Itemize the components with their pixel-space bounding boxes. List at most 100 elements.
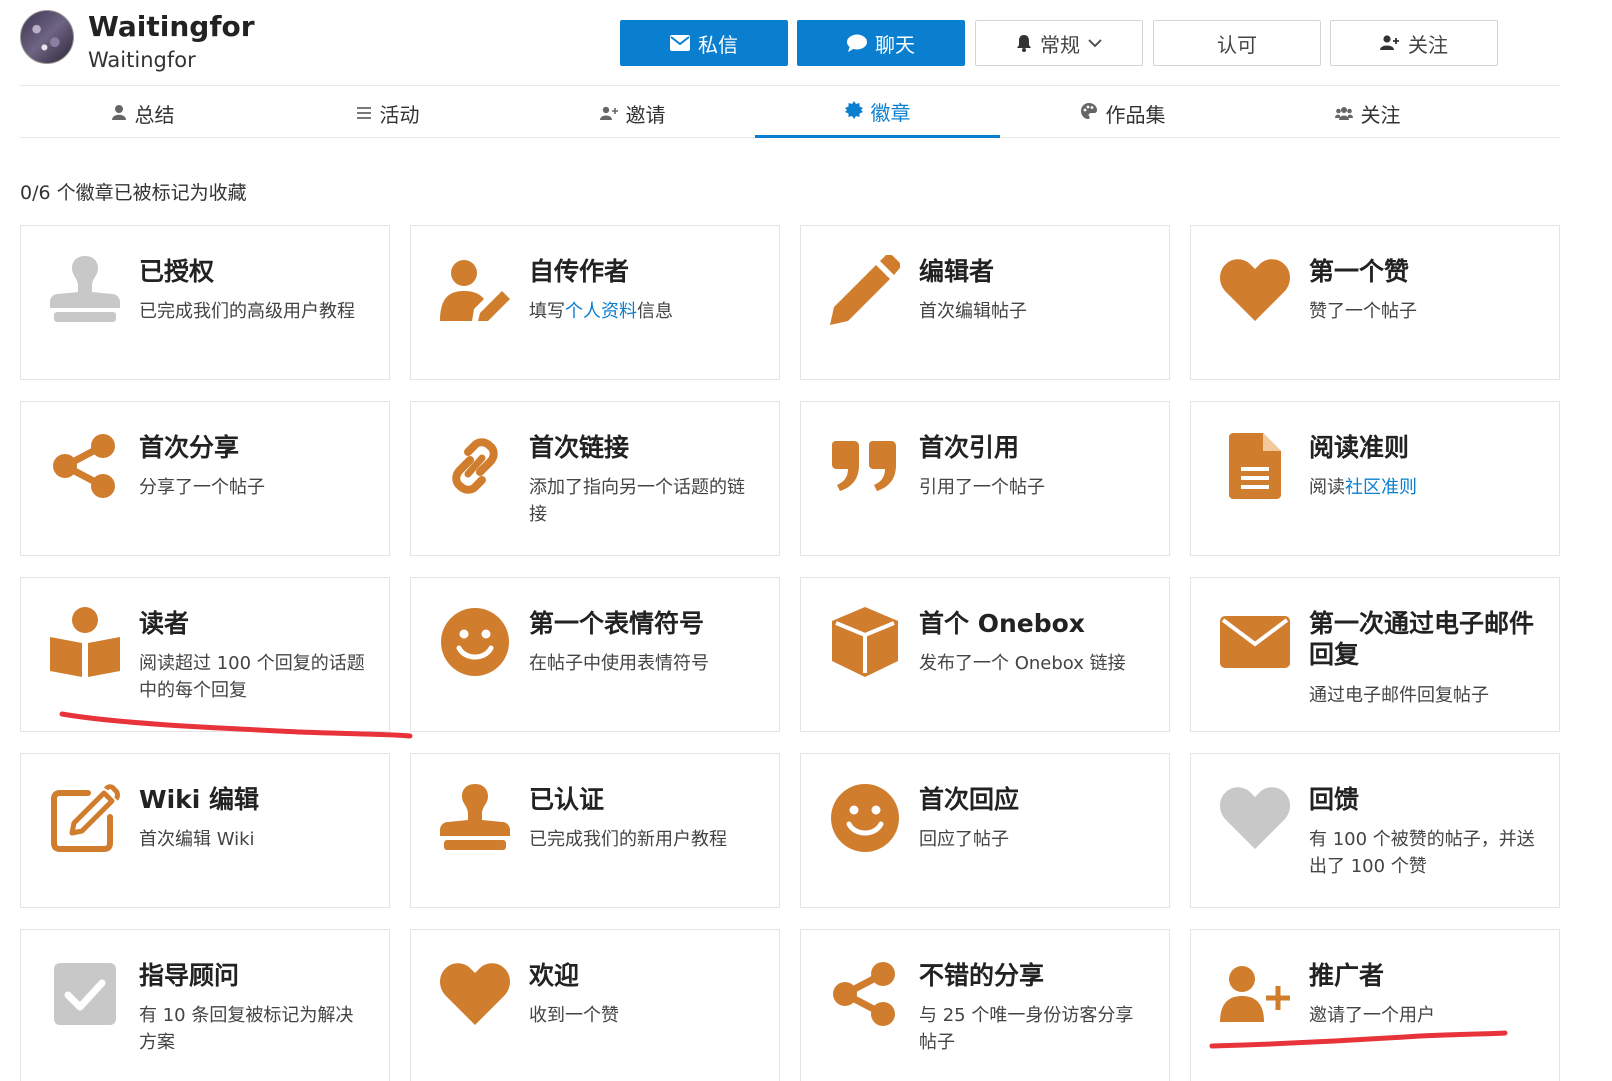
tab-invites[interactable]: 邀请 [510, 88, 755, 138]
user-display-name: Waitingfor [88, 10, 255, 43]
tab-following[interactable]: 关注 [1245, 88, 1490, 138]
badge-description: 阅读超过 100 个回复的话题中的每个回复 [139, 653, 365, 701]
message-button[interactable]: 私信 [620, 20, 788, 66]
book-reader-icon [49, 606, 121, 678]
badge-description: 添加了指向另一个话题的链接 [529, 477, 745, 525]
badge-card[interactable]: 推广者 邀请了一个用户 [1190, 929, 1560, 1081]
stamp-icon [439, 782, 511, 854]
comment-icon [847, 34, 867, 52]
follow-button[interactable]: 关注 [1330, 20, 1498, 66]
users-icon [1334, 101, 1353, 125]
tab-label: 徽章 [870, 101, 911, 125]
cube-icon [829, 606, 901, 678]
notification-level-label: 常规 [1040, 32, 1080, 57]
pencil-icon [829, 254, 901, 326]
tab-summary[interactable]: 总结 [20, 88, 265, 138]
message-label: 私信 [698, 32, 738, 57]
tab-activity[interactable]: 活动 [265, 88, 510, 138]
badge-description: 与 25 个唯一身份访客分享帖子 [919, 1005, 1134, 1053]
stamp-icon [49, 254, 121, 326]
badge-title: 推广者 [1309, 961, 1385, 990]
badge-card[interactable]: 已认证 已完成我们的新用户教程 [410, 753, 780, 908]
badge-title: 首次引用 [919, 433, 1020, 462]
badge-card[interactable]: 首次分享 分享了一个帖子 [20, 401, 390, 556]
badge-description: 引用了一个帖子 [919, 477, 1045, 498]
user-plus-icon [1380, 35, 1400, 51]
follow-label: 关注 [1408, 32, 1448, 57]
avatar[interactable] [20, 10, 74, 64]
badge-description: 已完成我们的高级用户教程 [139, 301, 355, 322]
profile-link[interactable]: 个人资料 [565, 301, 637, 322]
tab-label: 活动 [379, 102, 420, 127]
share-icon [49, 430, 121, 502]
badge-description: 首次编辑 Wiki [139, 829, 255, 850]
user-header: Waitingfor Waitingfor 私信 聊天 常规 认可 关注 [20, 10, 1560, 86]
badge-card[interactable]: 自传作者 填写个人资料信息 [410, 225, 780, 380]
badge-title: Wiki 编辑 [139, 785, 260, 814]
favorite-badges-summary: 0/6 个徽章已被标记为收藏 [20, 182, 247, 204]
badge-card[interactable]: 读者 阅读超过 100 个回复的话题中的每个回复 [20, 577, 390, 732]
chevron-down-icon [1088, 38, 1102, 48]
badge-description: 通过电子邮件回复帖子 [1309, 685, 1489, 706]
link-icon [439, 430, 511, 502]
quote-icon [829, 430, 901, 502]
badge-description: 首次编辑帖子 [919, 301, 1027, 322]
tab-label: 邀请 [625, 102, 666, 127]
heart-icon [1219, 254, 1291, 326]
badge-description: 在帖子中使用表情符号 [529, 653, 709, 674]
notification-level-dropdown[interactable]: 常规 [975, 20, 1143, 66]
user-plus-icon [599, 101, 618, 125]
badge-description: 回应了帖子 [919, 829, 1009, 850]
badge-description: 赞了一个帖子 [1309, 301, 1417, 322]
badge-title: 阅读准则 [1309, 433, 1410, 462]
badge-description: 阅读社区准则 [1309, 477, 1417, 498]
bell-icon [1016, 34, 1032, 52]
badge-description: 邀请了一个用户 [1309, 1005, 1435, 1026]
badge-card[interactable]: Wiki 编辑 首次编辑 Wiki [20, 753, 390, 908]
badge-card[interactable]: 欢迎 收到一个赞 [410, 929, 780, 1081]
badge-card[interactable]: 首次引用 引用了一个帖子 [800, 401, 1170, 556]
badge-card[interactable]: 不错的分享 与 25 个唯一身份访客分享帖子 [800, 929, 1170, 1081]
smile-icon [829, 782, 901, 854]
approve-button[interactable]: 认可 [1153, 20, 1321, 66]
user-plus-icon [1219, 958, 1291, 1030]
badge-title: 第一个赞 [1309, 257, 1410, 286]
badge-title: 已授权 [139, 257, 215, 286]
badge-card[interactable]: 首个 Onebox 发布了一个 Onebox 链接 [800, 577, 1170, 732]
badge-card[interactable]: 第一次通过电子邮件回复 通过电子邮件回复帖子 [1190, 577, 1560, 732]
badge-description: 有 10 条回复被标记为解决方案 [139, 1005, 354, 1053]
profile-nav: 总结 活动 邀请 徽章 作品集 关注 [20, 88, 1560, 138]
badge-description: 分享了一个帖子 [139, 477, 265, 498]
badge-card[interactable]: 首次回应 回应了帖子 [800, 753, 1170, 908]
palette-icon [1080, 101, 1098, 125]
tab-label: 作品集 [1105, 102, 1166, 127]
user-pen-icon [439, 254, 511, 326]
badge-card[interactable]: 第一个赞 赞了一个帖子 [1190, 225, 1560, 380]
user-username: Waitingfor [88, 48, 196, 72]
badge-title: 自传作者 [529, 257, 630, 286]
approve-label: 认可 [1217, 32, 1257, 57]
badge-title: 首次链接 [529, 433, 630, 462]
badge-description: 已完成我们的新用户教程 [529, 829, 727, 850]
badge-card[interactable]: 已授权 已完成我们的高级用户教程 [20, 225, 390, 380]
file-lines-icon [1219, 430, 1291, 502]
tab-label: 关注 [1360, 102, 1401, 127]
badge-title: 指导顾问 [139, 961, 240, 990]
tab-badges[interactable]: 徽章 [755, 88, 1000, 138]
badge-card[interactable]: 首次链接 添加了指向另一个话题的链接 [410, 401, 780, 556]
badge-card[interactable]: 阅读准则 阅读社区准则 [1190, 401, 1560, 556]
badge-description: 有 100 个被赞的帖子，并送出了 100 个赞 [1309, 829, 1535, 877]
badge-description: 收到一个赞 [529, 1005, 619, 1026]
chat-button[interactable]: 聊天 [797, 20, 965, 66]
badge-card[interactable]: 指导顾问 有 10 条回复被标记为解决方案 [20, 929, 390, 1081]
badge-title: 第一个表情符号 [529, 609, 705, 638]
badge-card[interactable]: 回馈 有 100 个被赞的帖子，并送出了 100 个赞 [1190, 753, 1560, 908]
tab-portfolio[interactable]: 作品集 [1000, 88, 1245, 138]
badge-title: 首次回应 [919, 785, 1020, 814]
badge-card[interactable]: 编辑者 首次编辑帖子 [800, 225, 1170, 380]
badge-title: 不错的分享 [919, 961, 1045, 990]
guidelines-link[interactable]: 社区准则 [1345, 477, 1417, 498]
badge-card[interactable]: 第一个表情符号 在帖子中使用表情符号 [410, 577, 780, 732]
badge-title: 第一次通过电子邮件回复 [1309, 609, 1535, 669]
badge-title: 已认证 [529, 785, 605, 814]
